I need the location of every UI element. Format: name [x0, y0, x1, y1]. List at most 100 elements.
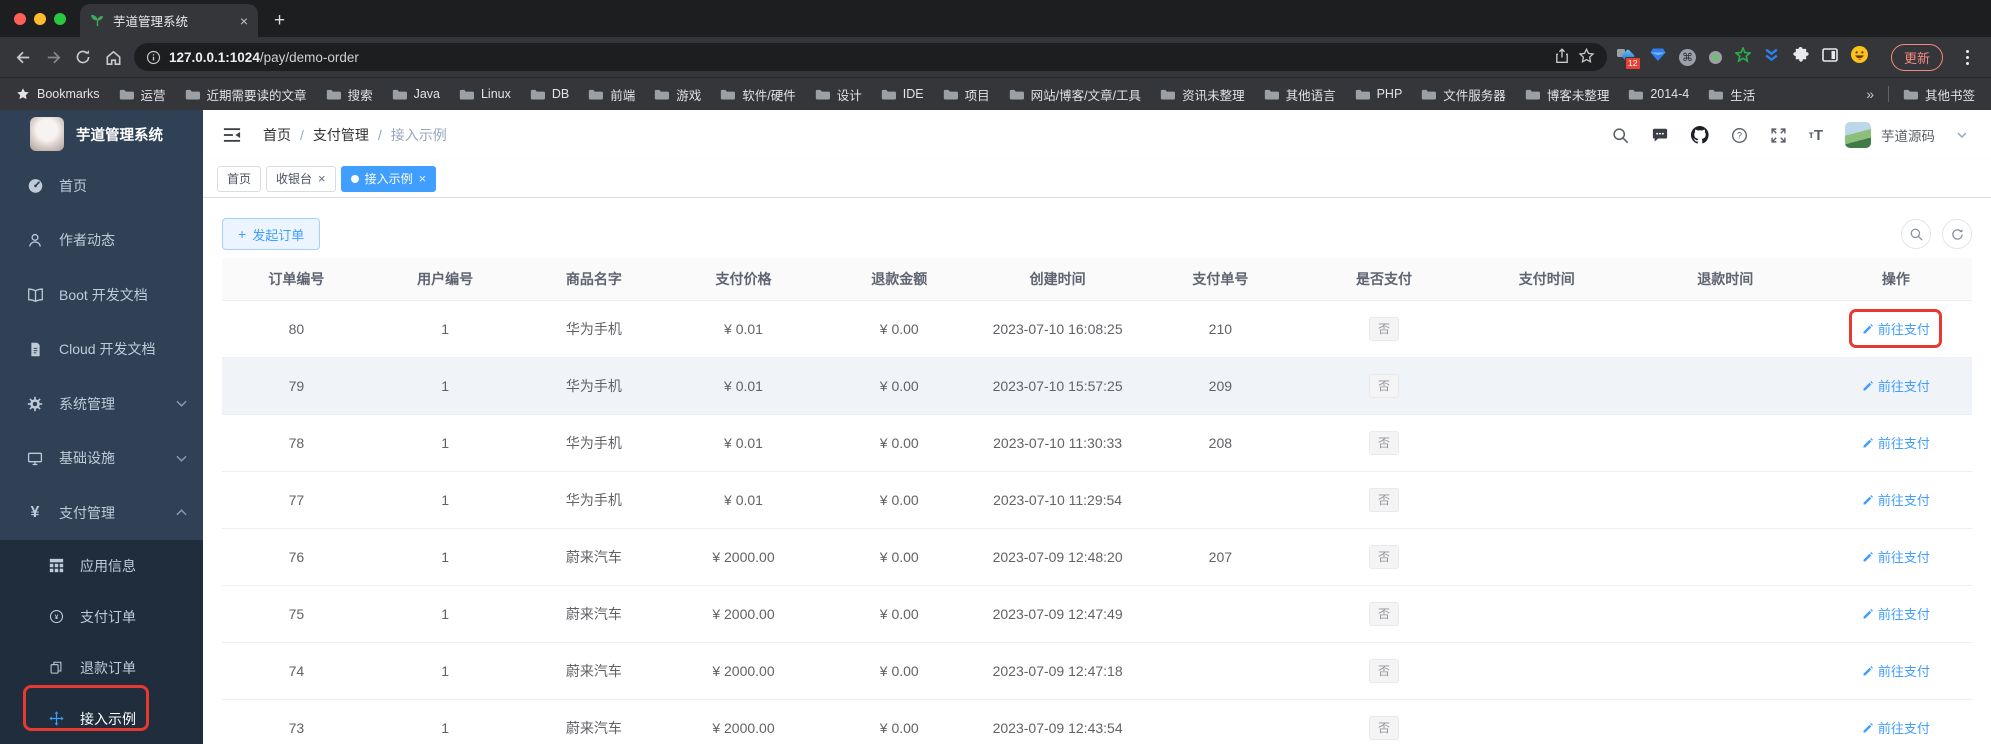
bookmark-folder[interactable]: Java — [392, 87, 440, 101]
sidebar-item-refund-order[interactable]: 退款订单 — [0, 642, 203, 693]
new-tab-button[interactable]: + — [274, 11, 285, 30]
sidebar-item-app-info[interactable]: 应用信息 — [0, 540, 203, 591]
bookmark-folder[interactable]: 资讯未整理 — [1160, 85, 1245, 104]
bookmark-folder[interactable]: 文件服务器 — [1421, 85, 1506, 104]
close-icon[interactable]: × — [419, 172, 427, 185]
window-close-button[interactable] — [14, 12, 26, 25]
bookmark-folder[interactable]: 其他语言 — [1264, 85, 1336, 104]
bookmark-folder[interactable]: PHP — [1355, 87, 1402, 101]
author-icon — [26, 232, 44, 248]
sidebar-item-pay-order[interactable]: ¥ 支付订单 — [0, 591, 203, 642]
cell-paid: 否 — [1305, 528, 1463, 586]
breadcrumb-home[interactable]: 首页 — [263, 125, 291, 145]
paid-badge: 否 — [1368, 715, 1399, 740]
window-minimize-button[interactable] — [34, 12, 46, 25]
back-icon[interactable] — [8, 42, 38, 72]
bookmark-folder[interactable]: 设计 — [815, 85, 862, 104]
extension-green-dot-icon[interactable] — [1708, 50, 1722, 64]
sidebar-item-label: 接入示例 — [80, 710, 136, 727]
search-icon[interactable] — [1612, 127, 1629, 144]
tag-cashier[interactable]: 收银台 × — [266, 165, 336, 192]
bookmark-folder[interactable]: 近期需要读的文章 — [185, 85, 307, 104]
close-icon[interactable]: × — [318, 172, 326, 185]
cell-order-no: 80 — [222, 300, 371, 358]
extension-command-icon[interactable]: ⌘ — [1678, 48, 1696, 66]
url-bar[interactable]: 127.0.0.1:1024/pay/demo-order — [134, 43, 1607, 71]
bookmarks-overflow-chevron[interactable]: » — [1866, 86, 1874, 102]
bookmark-folder[interactable]: 前端 — [588, 85, 635, 104]
sidebar-item-label: 支付订单 — [80, 608, 136, 625]
sidebar-item-home[interactable]: 首页 — [0, 159, 203, 213]
extension-chevrons-icon[interactable] — [1764, 47, 1779, 67]
go-pay-link[interactable]: 前往支付 — [1862, 490, 1930, 509]
share-icon[interactable] — [1554, 47, 1570, 67]
sidebar-item-demo[interactable]: 接入示例 — [0, 693, 203, 744]
bookmark-folder[interactable]: 生活 — [1708, 85, 1755, 104]
extension-badge: 12 — [1624, 56, 1641, 70]
bookmark-folder[interactable]: 运营 — [119, 85, 166, 104]
font-size-icon[interactable]: тT — [1809, 127, 1823, 144]
go-pay-link[interactable]: 前往支付 — [1862, 433, 1930, 452]
reload-icon[interactable] — [68, 42, 98, 72]
extensions-puzzle-icon[interactable] — [1792, 46, 1809, 68]
tag-home[interactable]: 首页 — [217, 165, 262, 192]
toggle-search-button[interactable] — [1901, 219, 1931, 249]
fullscreen-icon[interactable] — [1770, 127, 1787, 144]
tag-demo[interactable]: 接入示例 × — [340, 165, 437, 192]
breadcrumb-payment[interactable]: 支付管理 — [313, 125, 369, 145]
bookmark-folder[interactable]: 网站/博客/文章/工具 — [1009, 85, 1141, 104]
paid-badge: 否 — [1368, 601, 1399, 626]
cell-refund-time — [1630, 414, 1820, 472]
go-pay-link[interactable]: 前往支付 — [1862, 376, 1930, 395]
site-info-icon[interactable] — [146, 50, 161, 65]
message-icon[interactable] — [1651, 127, 1669, 143]
username[interactable]: 芋道源码 — [1881, 125, 1935, 145]
bookmark-folder[interactable]: Linux — [459, 87, 511, 101]
window-zoom-button[interactable] — [54, 12, 66, 25]
sidebar-item-payment[interactable]: ¥ 支付管理 — [0, 486, 203, 540]
go-pay-link[interactable]: 前往支付 — [1862, 319, 1930, 338]
sidebar-logo[interactable]: 芋道管理系统 — [0, 110, 203, 159]
bookmark-folder[interactable]: 软件/硬件 — [720, 85, 796, 104]
sidebar-item-cloud-docs[interactable]: Cloud 开发文档 — [0, 322, 203, 376]
bookmark-folder[interactable]: 2014-4 — [1628, 87, 1689, 101]
go-pay-link[interactable]: 前往支付 — [1862, 718, 1930, 737]
create-order-button[interactable]: + 发起订单 — [222, 218, 321, 250]
emoji-extension-icon[interactable] — [1850, 46, 1868, 68]
sidebar-item-author[interactable]: 作者动态 — [0, 213, 203, 267]
avatar[interactable] — [1845, 122, 1871, 148]
bookmark-folder[interactable]: DB — [530, 87, 569, 101]
go-pay-link[interactable]: 前往支付 — [1862, 604, 1930, 623]
bookmark-star-icon[interactable] — [1578, 47, 1595, 67]
cell-product: 蔚来汽车 — [519, 642, 669, 700]
extension-gem-icon[interactable] — [1650, 47, 1666, 67]
split-screen-icon[interactable] — [1822, 47, 1838, 68]
bookmark-folder[interactable]: 项目 — [943, 85, 990, 104]
fold-sidebar-icon[interactable] — [223, 127, 241, 143]
bookmark-folder[interactable]: 博客未整理 — [1525, 85, 1609, 104]
sidebar-item-label: Boot 开发文档 — [59, 286, 148, 303]
caret-down-icon[interactable] — [1957, 132, 1967, 138]
sidebar-item-system[interactable]: 系统管理 — [0, 377, 203, 431]
bookmark-folder[interactable]: 游戏 — [654, 85, 701, 104]
refresh-button[interactable] — [1942, 219, 1972, 249]
go-pay-link[interactable]: 前往支付 — [1862, 661, 1930, 680]
chrome-update-button[interactable]: 更新 — [1890, 43, 1943, 71]
browser-tab[interactable]: 芋道管理系统 × — [80, 4, 258, 37]
tab-close-icon[interactable]: × — [240, 14, 248, 28]
home-icon[interactable] — [98, 42, 128, 72]
other-bookmarks-folder[interactable]: 其他书签 — [1903, 85, 1975, 104]
go-pay-link[interactable]: 前往支付 — [1862, 547, 1930, 566]
extension-star-icon[interactable] — [1733, 45, 1752, 68]
github-icon[interactable] — [1690, 126, 1709, 144]
extension-diamond-icon[interactable]: 12 — [1616, 48, 1641, 70]
monitor-icon — [26, 450, 44, 467]
bookmark-folder[interactable]: 搜索 — [326, 85, 373, 104]
browser-menu-icon[interactable] — [1956, 49, 1977, 65]
help-icon[interactable]: ? — [1731, 127, 1748, 144]
bookmarks-root[interactable]: Bookmarks — [16, 87, 100, 101]
bookmark-folder[interactable]: IDE — [881, 87, 924, 101]
sidebar-item-infra[interactable]: 基础设施 — [0, 431, 203, 485]
sidebar-item-boot-docs[interactable]: Boot 开发文档 — [0, 268, 203, 322]
forward-icon[interactable] — [38, 42, 68, 72]
